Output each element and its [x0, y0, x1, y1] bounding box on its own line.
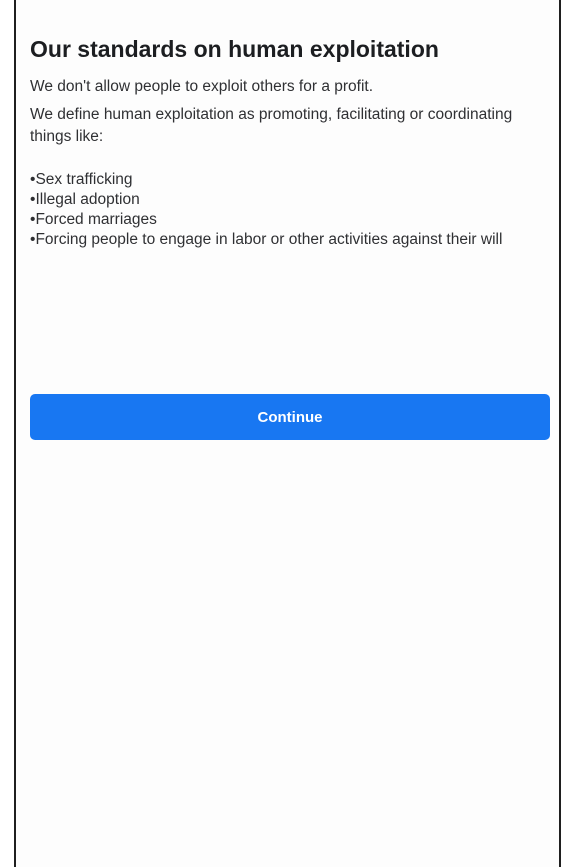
exploitation-list: Sex trafficking Illegal adoption Forced … — [30, 170, 549, 250]
dialog-frame: Our standards on human exploitation We d… — [14, 0, 561, 867]
definition-text: We define human exploitation as promotin… — [30, 106, 513, 145]
standards-content: Our standards on human exploitation We d… — [30, 34, 549, 250]
list-item-sex-trafficking: Sex trafficking — [30, 170, 549, 190]
intro-text: We don't allow people to exploit others … — [30, 78, 374, 95]
list-item-forced-marriages: Forced marriages — [30, 210, 549, 230]
continue-button[interactable]: Continue — [30, 394, 550, 440]
list-item-forced-labor: Forcing people to engage in labor or oth… — [30, 230, 549, 250]
list-item-illegal-adoption: Illegal adoption — [30, 190, 549, 210]
page-title: Our standards on human exploitation — [30, 36, 439, 62]
